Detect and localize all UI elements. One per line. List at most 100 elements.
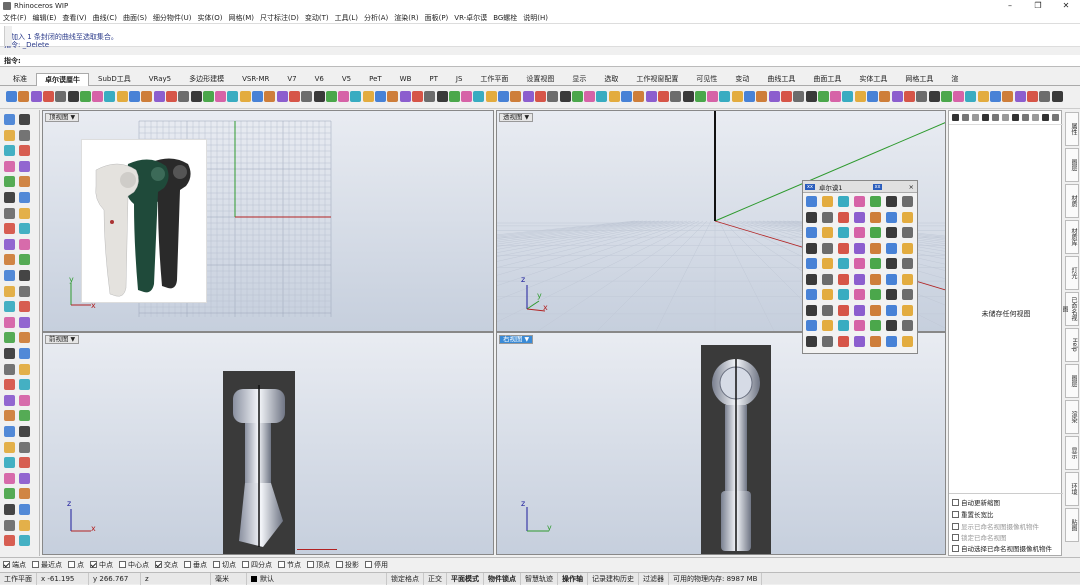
palette-tool-icon[interactable] bbox=[806, 273, 817, 285]
toolbar-tool-icon[interactable] bbox=[252, 91, 263, 102]
palette-tool-icon[interactable] bbox=[854, 227, 865, 238]
palette-tool-icon[interactable] bbox=[806, 211, 817, 223]
left-tool-icon[interactable] bbox=[4, 363, 15, 375]
toolbar-tool-icon[interactable] bbox=[338, 91, 350, 102]
palette-tool-icon[interactable] bbox=[838, 273, 849, 285]
palette-tool-icon[interactable] bbox=[886, 196, 897, 207]
palette-tool-icon[interactable] bbox=[854, 211, 865, 223]
osnap-9[interactable]: 节点 bbox=[278, 560, 301, 570]
panel-tool-icon[interactable] bbox=[982, 114, 989, 121]
panel-tool-icon[interactable] bbox=[992, 114, 999, 121]
palette-tool-icon[interactable] bbox=[854, 320, 865, 331]
toolbar-tool-icon[interactable] bbox=[891, 91, 903, 102]
status-toggle-1[interactable]: 正交 bbox=[424, 572, 447, 585]
menu-mesh[interactable]: 网格(M) bbox=[229, 13, 255, 23]
left-tool-icon[interactable] bbox=[19, 301, 30, 313]
palette-tool-icon[interactable] bbox=[822, 289, 833, 300]
left-tool-icon[interactable] bbox=[4, 488, 15, 500]
palette-tool-icon[interactable] bbox=[902, 227, 913, 238]
palette-tool-icon[interactable] bbox=[902, 273, 913, 285]
palette-tool-icon[interactable] bbox=[886, 211, 897, 223]
tab-8[interactable]: V5 bbox=[333, 72, 360, 85]
palette-tool-icon[interactable] bbox=[886, 289, 897, 300]
menu-panels[interactable]: 面板(P) bbox=[425, 13, 449, 23]
toolbar-tool-icon[interactable] bbox=[879, 91, 891, 102]
toolbar-tool-icon[interactable] bbox=[92, 91, 104, 102]
viewport-label-perspective[interactable]: 透视图 ▼ bbox=[499, 113, 534, 122]
panel-tool-icon[interactable] bbox=[1002, 114, 1009, 121]
palette-tool-icon[interactable] bbox=[902, 320, 913, 331]
palette-tool-icon[interactable] bbox=[870, 211, 881, 223]
left-tool-icon[interactable] bbox=[19, 348, 30, 359]
palette-tool-icon[interactable] bbox=[822, 258, 833, 269]
palette-tool-icon[interactable] bbox=[870, 320, 881, 331]
tab-7[interactable]: V6 bbox=[306, 72, 333, 85]
toolbar-tool-icon[interactable] bbox=[30, 91, 42, 102]
left-tool-icon[interactable] bbox=[19, 379, 30, 391]
toolbar-tool-icon[interactable] bbox=[744, 91, 755, 102]
toolbar-tool-icon[interactable] bbox=[178, 91, 190, 102]
menu-transform[interactable]: 变动(T) bbox=[305, 13, 329, 23]
osnap-7[interactable]: 切点 bbox=[213, 560, 236, 570]
toolbar-tool-icon[interactable] bbox=[510, 91, 522, 102]
toolbar-tool-icon[interactable] bbox=[731, 91, 743, 102]
side-tab-11[interactable]: 贴图 bbox=[1065, 508, 1079, 542]
status-layer[interactable]: 默认 bbox=[247, 572, 387, 585]
palette-tool-icon[interactable] bbox=[854, 335, 865, 347]
side-tab-9[interactable]: 显示 bbox=[1065, 436, 1079, 470]
left-tool-icon[interactable] bbox=[4, 270, 15, 281]
tab-1[interactable]: 卓尔谟厘牛 bbox=[36, 73, 89, 86]
palette-tool-icon[interactable] bbox=[886, 335, 897, 347]
palette-tool-icon[interactable] bbox=[806, 242, 817, 254]
toolbar-tool-icon[interactable] bbox=[448, 91, 460, 102]
palette-tool-icon[interactable] bbox=[870, 196, 881, 207]
tab-12[interactable]: JS bbox=[447, 72, 472, 85]
left-tool-icon[interactable] bbox=[4, 114, 15, 125]
side-tab-2[interactable]: 材质 bbox=[1065, 184, 1079, 218]
palette-tool-icon[interactable] bbox=[822, 227, 833, 238]
tab-20[interactable]: 曲线工具 bbox=[758, 72, 804, 85]
left-tool-icon[interactable] bbox=[19, 176, 30, 188]
side-tab-1[interactable]: 图层 bbox=[1065, 148, 1079, 182]
toolbar-tool-icon[interactable] bbox=[18, 91, 30, 102]
toolbar-tool-icon[interactable] bbox=[1051, 91, 1063, 102]
toolbar-tool-icon[interactable] bbox=[903, 91, 915, 102]
tab-14[interactable]: 设置视图 bbox=[517, 72, 563, 85]
osnap-11[interactable]: 投影 bbox=[336, 560, 359, 570]
palette-tool-icon[interactable] bbox=[870, 304, 881, 316]
toolbar-tool-icon[interactable] bbox=[645, 91, 657, 102]
left-tool-icon[interactable] bbox=[4, 145, 15, 157]
left-tool-icon[interactable] bbox=[19, 254, 30, 266]
toolbar-tool-icon[interactable] bbox=[793, 91, 805, 102]
palette-tool-icon[interactable] bbox=[886, 273, 897, 285]
menu-edit[interactable]: 编辑(E) bbox=[33, 13, 57, 23]
option-auto-select-camera[interactable]: 自动选择已命名视图摄像机物件 bbox=[952, 543, 1052, 553]
menu-subd[interactable]: 细分物件(U) bbox=[153, 13, 192, 23]
menu-render[interactable]: 渲染(R) bbox=[394, 13, 418, 23]
checkbox[interactable] bbox=[952, 510, 959, 518]
tab-9[interactable]: PeT bbox=[360, 72, 391, 85]
checkbox[interactable] bbox=[68, 561, 75, 568]
side-tab-7[interactable]: 图层 bbox=[1065, 364, 1079, 398]
left-tool-icon[interactable] bbox=[4, 332, 15, 344]
toolbar-tool-icon[interactable] bbox=[608, 91, 620, 102]
palette-tool-icon[interactable] bbox=[886, 320, 897, 331]
menu-bg-bolt[interactable]: BG螺栓 bbox=[493, 13, 517, 23]
osnap-0[interactable]: 端点 bbox=[3, 560, 26, 570]
toolbar-tool-icon[interactable] bbox=[424, 91, 436, 102]
toolbar-tool-icon[interactable] bbox=[313, 91, 325, 102]
left-tool-icon[interactable] bbox=[19, 160, 30, 172]
left-tool-icon[interactable] bbox=[4, 394, 15, 406]
left-tool-icon[interactable] bbox=[19, 504, 30, 515]
left-tool-icon[interactable] bbox=[4, 223, 15, 235]
osnap-6[interactable]: 垂点 bbox=[184, 560, 207, 570]
viewport-label-top[interactable]: 顶视图 ▼ bbox=[45, 113, 80, 122]
toolbar-tool-icon[interactable] bbox=[682, 91, 694, 102]
toolbar-tool-icon[interactable] bbox=[153, 91, 165, 102]
osnap-5[interactable]: 交点 bbox=[155, 560, 178, 570]
tab-23[interactable]: 网格工具 bbox=[896, 72, 942, 85]
left-tool-icon[interactable] bbox=[4, 207, 15, 219]
checkbox[interactable] bbox=[952, 498, 959, 506]
left-tool-icon[interactable] bbox=[4, 426, 15, 437]
left-tool-icon[interactable] bbox=[19, 129, 30, 141]
